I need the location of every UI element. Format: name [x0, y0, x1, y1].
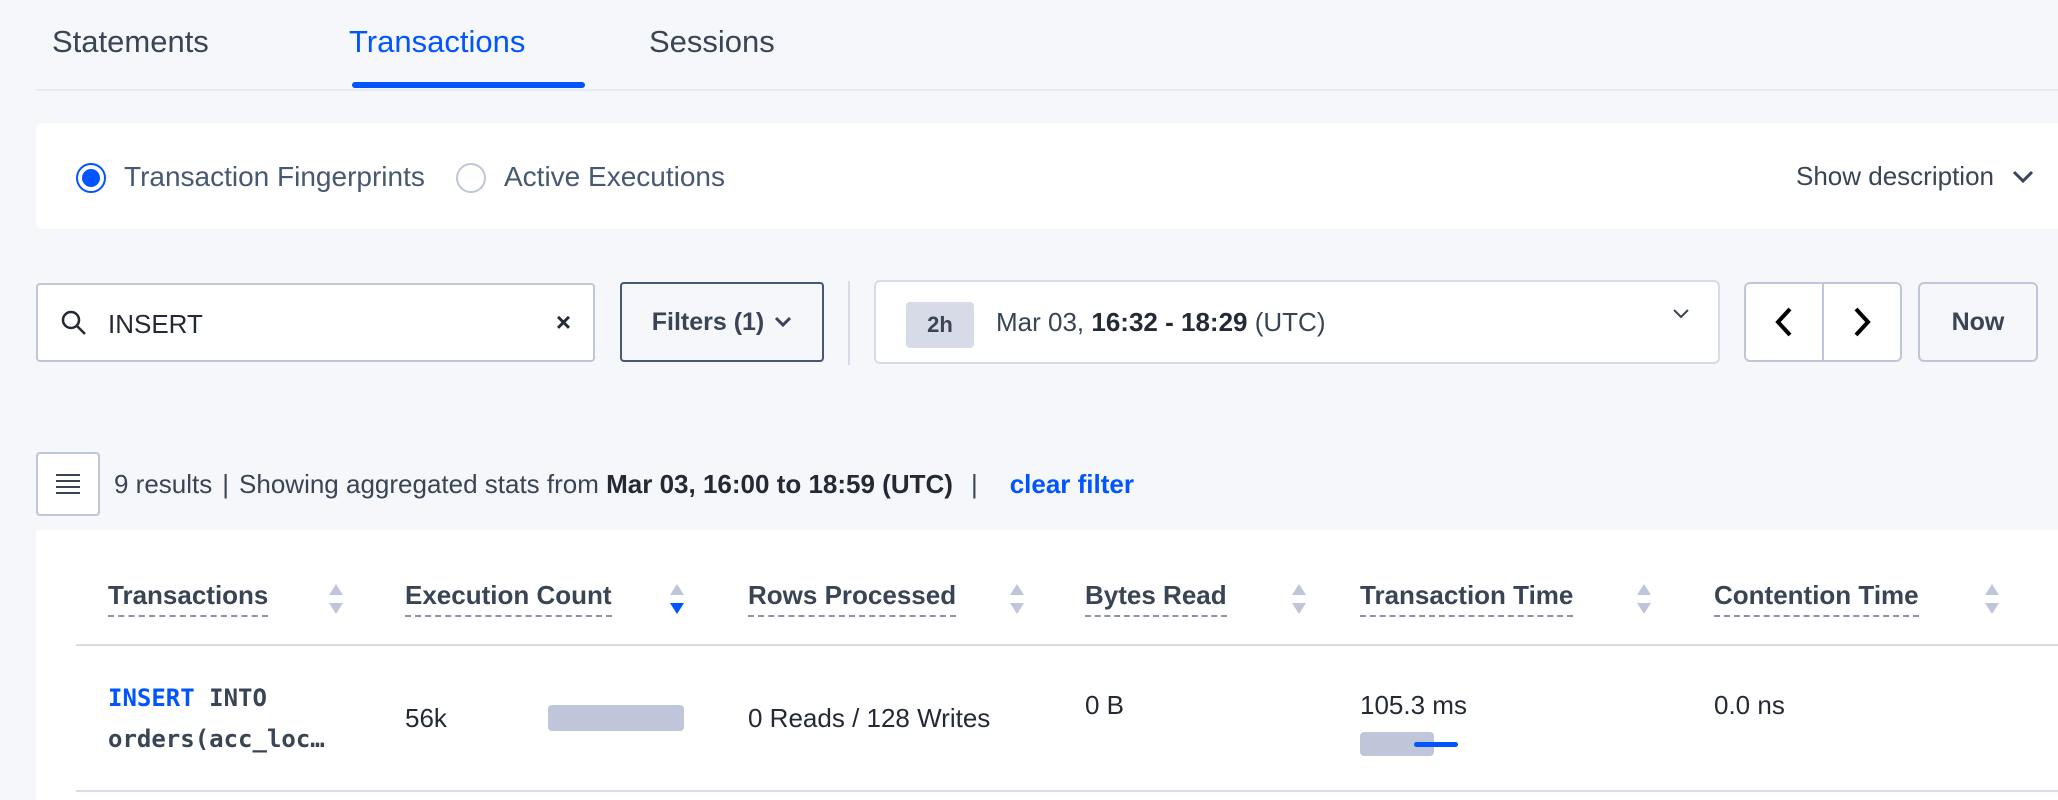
time-preset-chip: 2h: [906, 302, 974, 348]
tab-transactions[interactable]: Transactions: [349, 24, 525, 60]
column-selector-button[interactable]: [36, 452, 100, 516]
search-input[interactable]: INSERT ×: [36, 283, 595, 362]
header-divider: [76, 644, 2058, 646]
transaction-link[interactable]: INSERT INTO orders(acc_loc…: [108, 678, 325, 760]
sort-icon[interactable]: [1636, 582, 1652, 616]
execution-count-bar: [548, 705, 684, 731]
toolbar-divider: [848, 281, 850, 365]
radio-transaction-fingerprints[interactable]: [76, 163, 106, 193]
clear-filter-link[interactable]: clear filter: [1010, 469, 1134, 499]
transaction-time-deviation-bar: [1414, 742, 1458, 747]
radio-label-active-executions[interactable]: Active Executions: [504, 161, 725, 193]
filters-label: Filters (1): [651, 307, 765, 336]
active-tab-indicator: [352, 82, 585, 88]
tab-bar: Statements Transactions Sessions: [36, 0, 2058, 91]
time-range-text: Mar 03, 16:32 - 18:29 (UTC): [996, 307, 1326, 337]
transactions-table: Transactions Execution Count Rows Proces…: [36, 530, 2058, 800]
chevron-down-icon: [1673, 309, 1689, 319]
transaction-time-value: 105.3 ms: [1360, 690, 1467, 720]
results-text: Showing aggregated stats from: [239, 469, 599, 499]
results-range: Mar 03, 16:00 to 18:59 (UTC): [606, 469, 953, 499]
previous-range-button[interactable]: [1746, 284, 1822, 360]
results-summary: 9 results | Showing aggregated stats from …: [114, 469, 1134, 499]
sort-icon[interactable]: [328, 582, 344, 616]
list-icon: [56, 474, 80, 494]
chevron-down-icon: [775, 316, 792, 328]
show-description-toggle[interactable]: Show description: [1796, 161, 2034, 192]
filters-button[interactable]: Filters (1): [620, 282, 824, 362]
chevron-down-icon: [2012, 170, 2034, 183]
column-header-transaction-time[interactable]: Transaction Time: [1360, 580, 1574, 617]
contention-time-value: 0.0 ns: [1714, 690, 1785, 720]
tab-statements[interactable]: Statements: [52, 24, 209, 60]
row-divider: [76, 790, 2058, 792]
results-count: 9 results: [114, 469, 213, 499]
clear-search-icon[interactable]: ×: [556, 307, 571, 338]
chevron-left-icon: [1775, 307, 1792, 337]
sort-desc-icon[interactable]: [669, 582, 685, 616]
chevron-right-icon: [1854, 307, 1871, 337]
radio-label-fingerprints[interactable]: Transaction Fingerprints: [124, 161, 425, 193]
column-header-transactions[interactable]: Transactions: [108, 580, 269, 617]
sort-icon[interactable]: [1984, 582, 2000, 616]
column-header-bytes-read[interactable]: Bytes Read: [1085, 580, 1227, 617]
column-header-execution-count[interactable]: Execution Count: [405, 580, 612, 617]
execution-count-value: 56k: [405, 703, 447, 733]
search-icon: [61, 310, 86, 335]
show-description-label: Show description: [1796, 161, 1994, 191]
bytes-read-value: 0 B: [1085, 690, 1125, 720]
tab-sessions[interactable]: Sessions: [649, 24, 775, 60]
sort-icon[interactable]: [1291, 582, 1307, 616]
rows-processed-value: 0 Reads / 128 Writes: [748, 703, 991, 733]
column-header-rows-processed[interactable]: Rows Processed: [748, 580, 957, 617]
now-button[interactable]: Now: [1918, 282, 2038, 362]
column-header-contention-time[interactable]: Contention Time: [1714, 580, 1919, 617]
next-range-button[interactable]: [1822, 284, 1900, 360]
time-nav-group: [1744, 282, 1902, 362]
view-toggle-panel: Transaction Fingerprints Active Executio…: [36, 123, 2058, 229]
sort-icon[interactable]: [1009, 582, 1025, 616]
radio-active-executions[interactable]: [456, 163, 486, 193]
time-range-selector[interactable]: 2h Mar 03, 16:32 - 18:29 (UTC): [874, 280, 1720, 364]
search-value[interactable]: INSERT: [108, 309, 203, 340]
